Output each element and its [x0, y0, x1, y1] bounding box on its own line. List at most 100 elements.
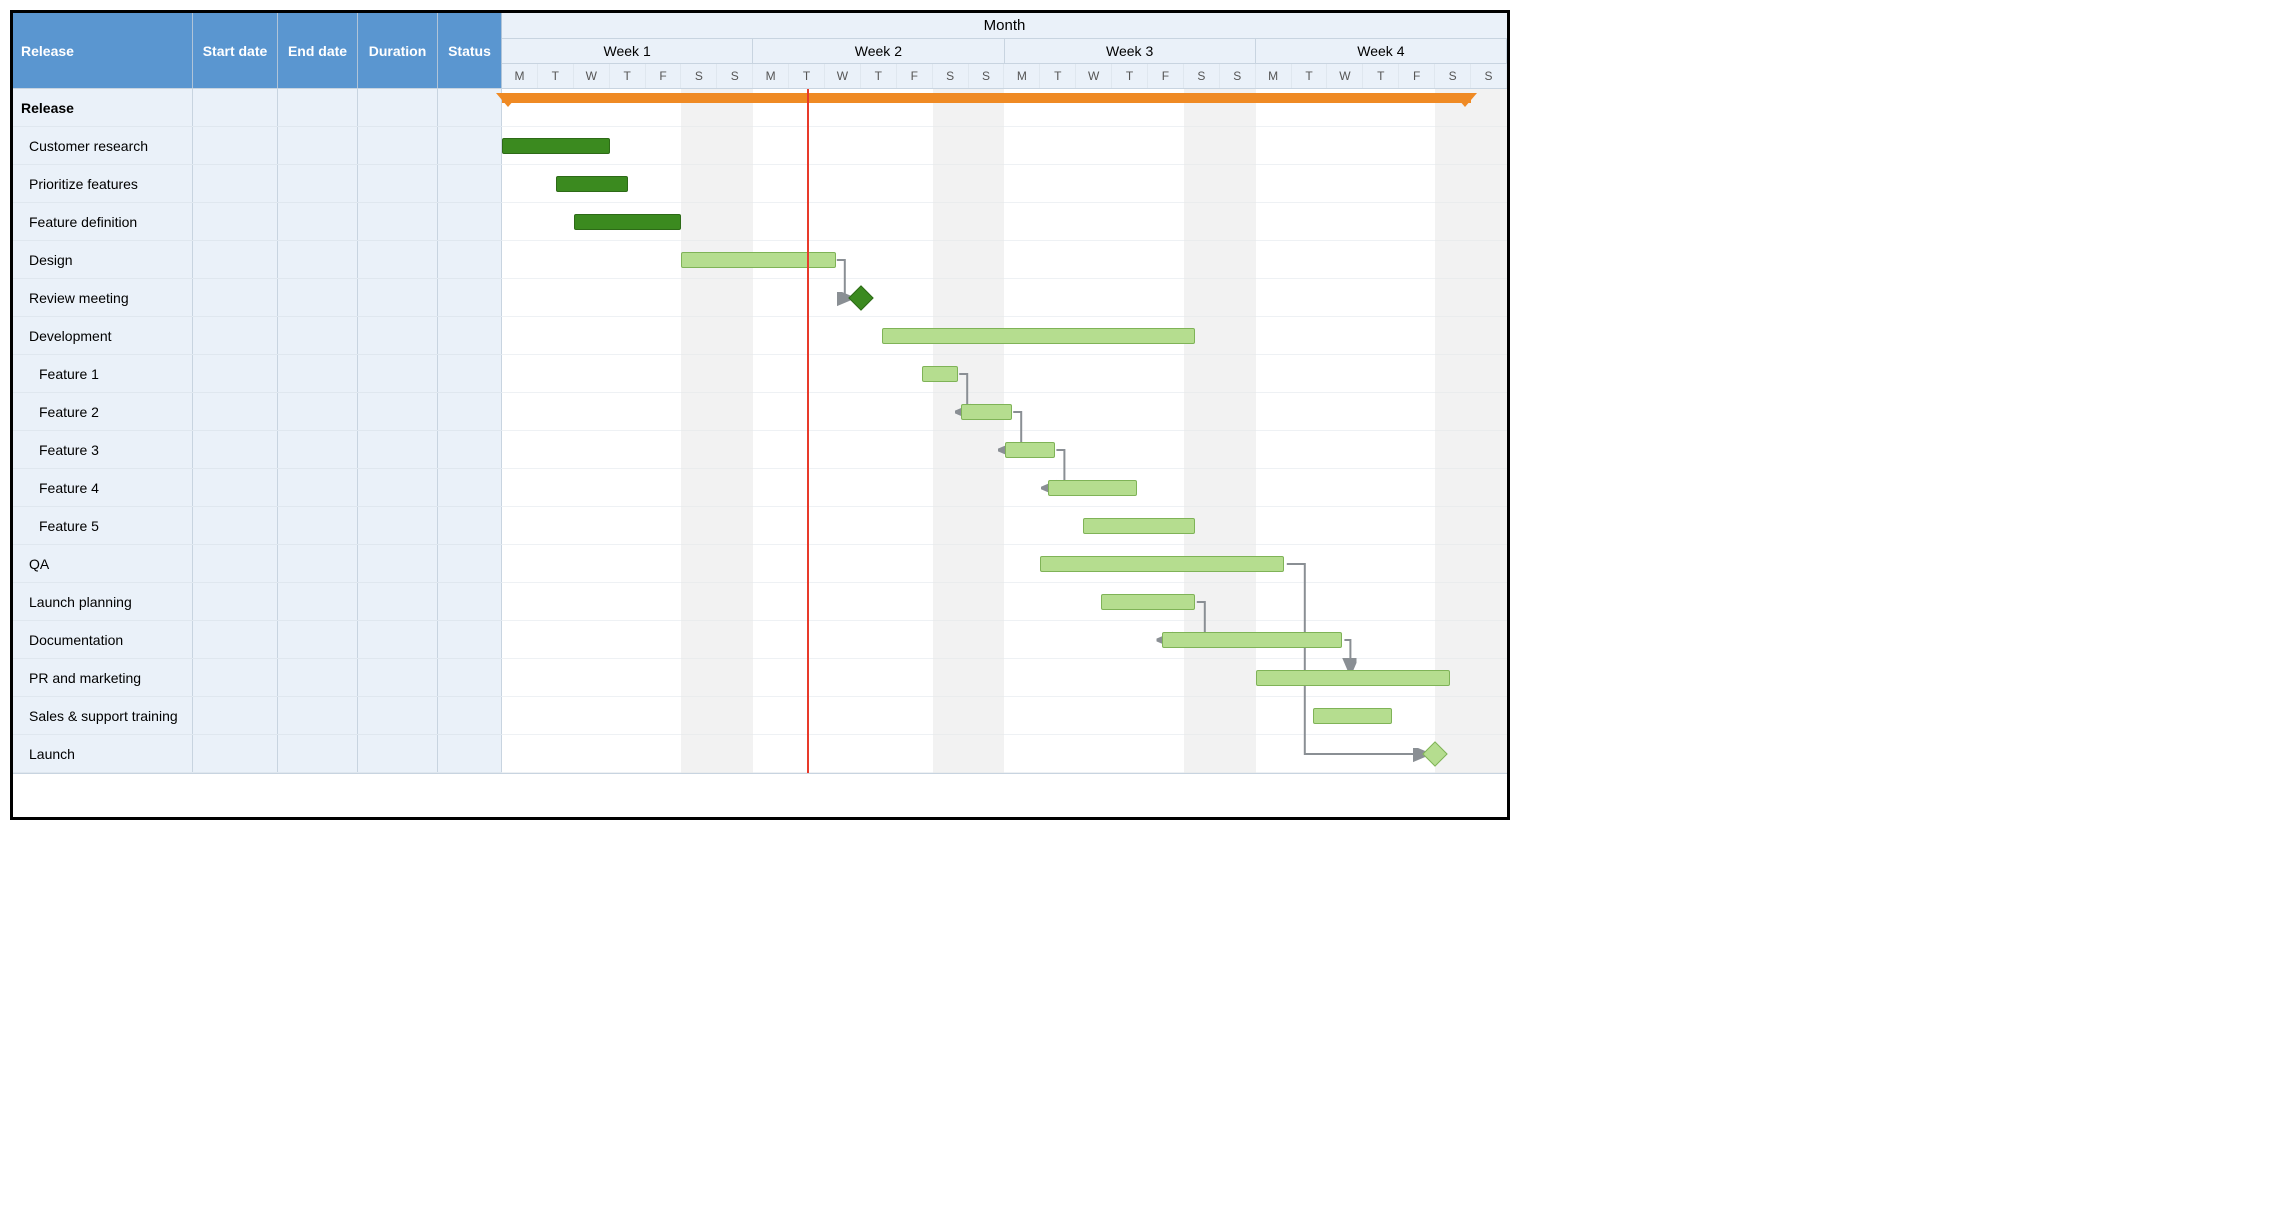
task-row[interactable]: Feature 4	[13, 469, 502, 507]
task-name: Feature definition	[13, 203, 193, 240]
summary-bar[interactable]	[502, 93, 1471, 103]
day-header: F	[1399, 64, 1435, 88]
timeline-title: Month	[502, 13, 1507, 39]
day-header: M	[753, 64, 789, 88]
day-header: S	[1471, 64, 1507, 88]
task-bar[interactable]	[1256, 670, 1450, 686]
task-name: Feature 3	[13, 431, 193, 468]
task-name: Launch	[13, 735, 193, 772]
task-name: Feature 5	[13, 507, 193, 544]
task-name: PR and marketing	[13, 659, 193, 696]
day-header: W	[1076, 64, 1112, 88]
task-list: ReleaseCustomer researchPrioritize featu…	[13, 89, 502, 773]
task-row[interactable]: Feature 2	[13, 393, 502, 431]
day-header: S	[1184, 64, 1220, 88]
task-bar[interactable]	[922, 366, 958, 382]
task-name: Development	[13, 317, 193, 354]
task-name: Feature 4	[13, 469, 193, 506]
day-header: T	[1040, 64, 1076, 88]
day-header: M	[1256, 64, 1292, 88]
task-bar[interactable]	[1162, 632, 1341, 648]
week-header: Week 4	[1256, 39, 1507, 64]
footer-spacer	[13, 773, 1507, 817]
timeline-header: Month Week 1Week 2Week 3Week 4 MTWTFSSMT…	[502, 13, 1507, 88]
day-header: T	[861, 64, 897, 88]
day-header: M	[1004, 64, 1040, 88]
day-header: W	[1327, 64, 1363, 88]
col-header-task: Release	[13, 13, 193, 88]
task-name: Feature 2	[13, 393, 193, 430]
task-row[interactable]: Customer research	[13, 127, 502, 165]
day-header: T	[789, 64, 825, 88]
day-header: T	[1292, 64, 1328, 88]
task-row[interactable]: Prioritize features	[13, 165, 502, 203]
today-indicator	[807, 89, 809, 773]
day-header: F	[897, 64, 933, 88]
task-row[interactable]: Feature 5	[13, 507, 502, 545]
task-bar[interactable]	[556, 176, 628, 192]
task-bar[interactable]	[1005, 442, 1055, 458]
task-bar[interactable]	[574, 214, 682, 230]
day-header: T	[1363, 64, 1399, 88]
task-name: Review meeting	[13, 279, 193, 316]
day-header: T	[1112, 64, 1148, 88]
task-bar[interactable]	[681, 252, 835, 268]
task-bar[interactable]	[961, 404, 1011, 420]
task-row[interactable]: Launch planning	[13, 583, 502, 621]
day-header: W	[574, 64, 610, 88]
task-name: Prioritize features	[13, 165, 193, 202]
day-header: S	[1220, 64, 1256, 88]
task-row[interactable]: Development	[13, 317, 502, 355]
day-header: F	[1148, 64, 1184, 88]
task-row[interactable]: QA	[13, 545, 502, 583]
task-row[interactable]: PR and marketing	[13, 659, 502, 697]
task-name: Release	[13, 89, 193, 126]
task-row[interactable]: Design	[13, 241, 502, 279]
task-bar[interactable]	[1083, 518, 1194, 534]
task-name: Customer research	[13, 127, 193, 164]
col-header-end: End date	[278, 13, 358, 88]
milestone-icon[interactable]	[848, 285, 873, 310]
task-bar[interactable]	[1101, 594, 1194, 610]
task-name: Launch planning	[13, 583, 193, 620]
task-row[interactable]: Review meeting	[13, 279, 502, 317]
task-name: Feature 1	[13, 355, 193, 392]
task-row[interactable]: Sales & support training	[13, 697, 502, 735]
day-header: S	[969, 64, 1005, 88]
day-header: S	[1435, 64, 1471, 88]
task-name: Sales & support training	[13, 697, 193, 734]
gantt-chart: Release Start date End date Duration Sta…	[10, 10, 1510, 820]
task-bar[interactable]	[1048, 480, 1138, 496]
task-bar[interactable]	[502, 138, 610, 154]
task-name: Documentation	[13, 621, 193, 658]
col-header-status: Status	[438, 13, 502, 88]
task-bar[interactable]	[1040, 556, 1284, 572]
week-header: Week 3	[1005, 39, 1256, 64]
task-row[interactable]: Documentation	[13, 621, 502, 659]
day-header: S	[717, 64, 753, 88]
col-header-duration: Duration	[358, 13, 438, 88]
summary-end-icon	[1453, 93, 1477, 107]
task-bar[interactable]	[882, 328, 1194, 344]
task-name: Design	[13, 241, 193, 278]
task-row[interactable]: Launch	[13, 735, 502, 773]
task-row[interactable]: Feature definition	[13, 203, 502, 241]
day-header: S	[681, 64, 717, 88]
day-header: T	[538, 64, 574, 88]
week-header: Week 2	[753, 39, 1004, 64]
task-name: QA	[13, 545, 193, 582]
task-bar[interactable]	[1313, 708, 1392, 724]
day-header: S	[933, 64, 969, 88]
day-header: T	[610, 64, 646, 88]
day-header: F	[646, 64, 682, 88]
timeline-area[interactable]	[502, 89, 1507, 773]
summary-start-icon	[496, 93, 520, 107]
col-header-start: Start date	[193, 13, 278, 88]
week-header: Week 1	[502, 39, 753, 64]
task-row[interactable]: Feature 3	[13, 431, 502, 469]
day-header: M	[502, 64, 538, 88]
task-row[interactable]: Feature 1	[13, 355, 502, 393]
day-header: W	[825, 64, 861, 88]
milestone-icon[interactable]	[1422, 741, 1447, 766]
task-row[interactable]: Release	[13, 89, 502, 127]
